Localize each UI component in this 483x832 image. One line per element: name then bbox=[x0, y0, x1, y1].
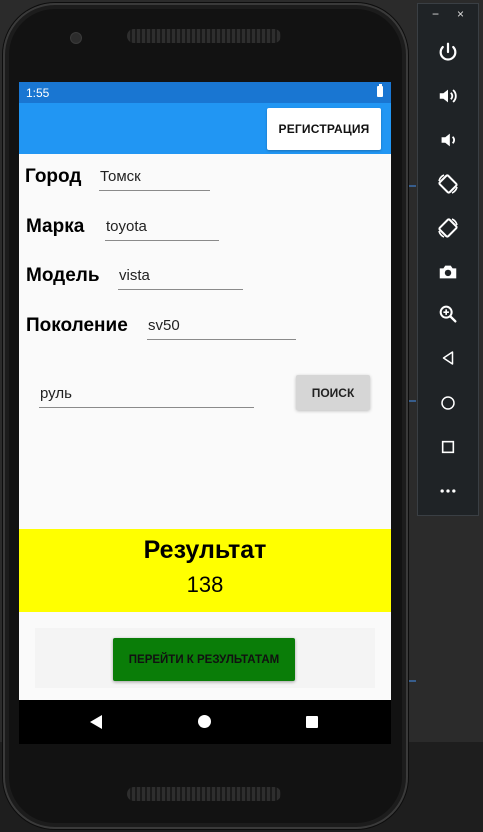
search-button[interactable]: ПОИСК bbox=[296, 375, 370, 410]
close-button[interactable]: × bbox=[457, 7, 464, 21]
rotate-left-icon[interactable] bbox=[432, 168, 464, 200]
earpiece-speaker bbox=[127, 29, 281, 43]
desktop-decoration bbox=[408, 680, 416, 682]
bottom-speaker bbox=[127, 787, 281, 801]
minimize-button[interactable]: − bbox=[432, 7, 439, 21]
navigation-bar bbox=[19, 700, 391, 744]
back-icon[interactable] bbox=[432, 342, 464, 374]
home-icon[interactable] bbox=[432, 387, 464, 419]
volume-up-icon[interactable] bbox=[432, 80, 464, 112]
brand-label: Марка bbox=[26, 216, 85, 237]
status-bar: 1:55 bbox=[19, 82, 391, 103]
desktop-decoration bbox=[408, 400, 416, 402]
front-camera bbox=[71, 33, 81, 43]
nav-recents-icon[interactable] bbox=[306, 716, 318, 728]
emulator-control-panel: − × bbox=[417, 3, 479, 516]
result-value: 138 bbox=[186, 572, 224, 597]
nav-home-icon[interactable] bbox=[198, 715, 211, 728]
battery-icon bbox=[377, 84, 383, 97]
desktop-decoration bbox=[408, 185, 416, 187]
zoom-icon[interactable] bbox=[432, 298, 464, 330]
generation-input[interactable] bbox=[147, 314, 296, 340]
rotate-right-icon[interactable] bbox=[432, 212, 464, 244]
search-query-input[interactable] bbox=[39, 382, 254, 408]
result-title: Результат bbox=[143, 536, 267, 564]
city-label: Город bbox=[25, 166, 82, 187]
phone-screen: 1:55 РЕГИСТРАЦИЯ Город Марка Модель Поко… bbox=[19, 82, 391, 744]
generation-label: Поколение bbox=[26, 315, 128, 336]
status-time: 1:55 bbox=[26, 86, 50, 100]
emulator-title-bar: − × bbox=[418, 4, 478, 28]
nav-back-icon[interactable] bbox=[90, 715, 102, 729]
power-icon[interactable] bbox=[432, 36, 464, 68]
more-icon[interactable] bbox=[432, 475, 464, 507]
model-input[interactable] bbox=[118, 264, 243, 290]
brand-input[interactable] bbox=[105, 215, 219, 241]
app-bar: РЕГИСТРАЦИЯ bbox=[19, 103, 391, 154]
model-label: Модель bbox=[26, 265, 100, 286]
register-button[interactable]: РЕГИСТРАЦИЯ bbox=[267, 108, 381, 150]
city-input[interactable] bbox=[99, 165, 210, 191]
volume-down-icon[interactable] bbox=[432, 124, 464, 156]
result-panel: Результат 138 bbox=[19, 529, 391, 612]
camera-icon[interactable] bbox=[432, 256, 464, 288]
overview-icon[interactable] bbox=[432, 431, 464, 463]
goto-results-button[interactable]: ПЕРЕЙТИ К РЕЗУЛЬТАТАМ bbox=[113, 638, 295, 681]
